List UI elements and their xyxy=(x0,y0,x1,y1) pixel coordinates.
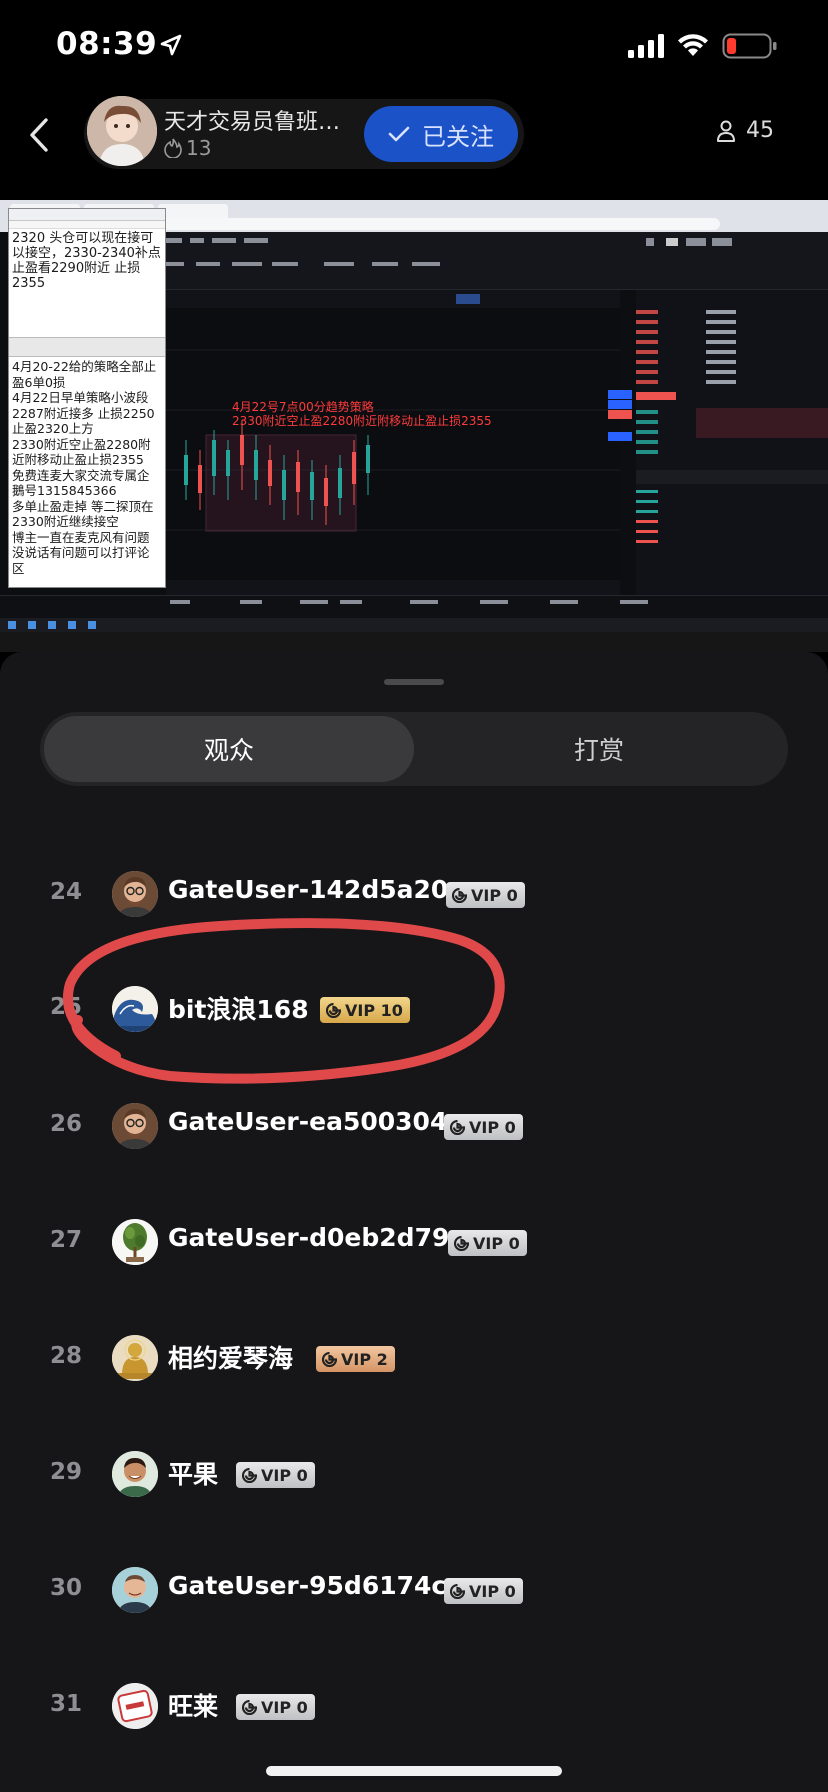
vip-logo-icon xyxy=(450,1119,465,1135)
stream-candlestick-chart xyxy=(166,290,620,595)
list-item[interactable]: 25 bit浪浪168 VIP 10 xyxy=(0,980,828,1040)
following-button[interactable]: 已关注 xyxy=(364,106,518,162)
audience-tabs: 观众 打赏 xyxy=(40,712,788,786)
smiling-man-avatar xyxy=(112,1451,158,1497)
back-chevron-icon[interactable] xyxy=(24,116,52,154)
follow-label: 已关注 xyxy=(422,122,494,151)
tab-audience[interactable]: 观众 xyxy=(44,716,414,782)
stream-ticker-bar xyxy=(0,595,828,652)
status-time: 08:39 xyxy=(56,26,158,62)
viewer-name: GateUser-d0eb2d79 xyxy=(168,1223,450,1252)
vip-level: VIP 0 xyxy=(261,1465,308,1485)
rank-number: 29 xyxy=(49,1459,82,1485)
notepad-text-top: 2320 头仓可以现在接可 以接空，2330-2340补点 止盈看2290附近 … xyxy=(12,231,161,291)
viewer-name: bit浪浪168 xyxy=(168,995,309,1024)
vip-badge: VIP 0 xyxy=(446,882,525,908)
host-avatar[interactable] xyxy=(87,96,157,166)
rank-number: 25 xyxy=(49,994,82,1020)
wave-avatar xyxy=(112,986,158,1032)
vip-level: VIP 0 xyxy=(469,1117,516,1137)
bald-man-avatar xyxy=(112,1567,158,1613)
host-likes-count: 13 xyxy=(186,136,212,160)
vip-level: VIP 0 xyxy=(471,885,518,905)
rank-number: 28 xyxy=(49,1343,82,1369)
vip-logo-icon xyxy=(452,887,467,903)
stream-trading-toolbar xyxy=(166,232,828,290)
vip-level: VIP 0 xyxy=(261,1697,308,1717)
live-stream-video[interactable]: 4月22号7点00分趋势策略 2330附近空止盈2280附近附移动止盈止损235… xyxy=(0,200,828,652)
home-indicator xyxy=(266,1766,562,1776)
vip-badge: VIP 0 xyxy=(448,1230,527,1256)
vip-badge: VIP 2 xyxy=(316,1346,395,1372)
man-glasses-avatar xyxy=(112,871,158,917)
viewer-name: 旺莱 xyxy=(168,1692,219,1721)
stream-orderbook xyxy=(636,290,828,595)
sheet-drag-handle[interactable] xyxy=(384,679,444,685)
vip-logo-icon xyxy=(326,1002,341,1018)
viewer-name: 平果 xyxy=(168,1460,219,1489)
stream-strategy-label: 4月22号7点00分趋势策略 2330附近空止盈2280附近附移动止盈止损235… xyxy=(232,400,492,428)
check-icon xyxy=(388,126,410,142)
vip-badge: VIP 0 xyxy=(236,1462,315,1488)
list-item[interactable]: 27 GateUser-d0eb2d79 VIP 0 xyxy=(0,1213,828,1273)
vip-logo-icon xyxy=(242,1467,257,1483)
person-icon xyxy=(717,120,735,142)
rank-number: 26 xyxy=(49,1111,82,1137)
wifi-icon xyxy=(678,34,708,56)
rank-number: 27 xyxy=(49,1227,82,1253)
sticker-avatar xyxy=(112,1683,158,1729)
location-arrow-icon xyxy=(160,34,182,56)
vip-badge: VIP 0 xyxy=(444,1114,523,1140)
list-item[interactable]: 30 GateUser-95d6174c VIP 0 xyxy=(0,1561,828,1621)
vip-level: VIP 2 xyxy=(341,1349,388,1369)
stream-notepad-window: 2320 头仓可以现在接可 以接空，2330-2340补点 止盈看2290附近 … xyxy=(8,208,166,588)
cellular-signal-icon xyxy=(628,34,664,58)
man-glasses-avatar xyxy=(112,1103,158,1149)
host-name: 天才交易员鲁班… xyxy=(164,110,341,135)
vip-logo-icon xyxy=(242,1699,257,1715)
rank-number: 31 xyxy=(49,1691,82,1717)
rank-number: 30 xyxy=(49,1575,82,1601)
tree-avatar xyxy=(112,1219,158,1265)
vip-badge: VIP 0 xyxy=(444,1578,523,1604)
vip-badge: VIP 0 xyxy=(236,1694,315,1720)
host-likes: 13 xyxy=(164,136,211,160)
vip-logo-icon xyxy=(454,1235,469,1251)
viewer-name: GateUser-95d6174c xyxy=(168,1571,447,1600)
buddha-avatar xyxy=(112,1335,158,1381)
list-item[interactable]: 29 平果 VIP 0 xyxy=(0,1445,828,1505)
flame-icon xyxy=(164,138,182,158)
status-bar: 08:39 xyxy=(0,0,828,96)
list-item[interactable]: 26 GateUser-ea500304 VIP 0 xyxy=(0,1097,828,1157)
viewer-count[interactable]: 45 xyxy=(716,118,774,143)
list-item[interactable]: 31 旺莱 VIP 0 xyxy=(0,1677,828,1737)
live-header: 天才交易员鲁班… 13 已关注 45 xyxy=(0,96,828,200)
viewer-name: 相约爱琴海 xyxy=(168,1344,294,1373)
vip-level: VIP 0 xyxy=(473,1233,520,1253)
viewer-name: GateUser-ea500304 xyxy=(168,1107,448,1136)
vip-badge: VIP 10 xyxy=(320,997,410,1023)
vip-level: VIP 10 xyxy=(345,1000,403,1020)
list-item[interactable]: 24 GateUser-142d5a20 VIP 0 xyxy=(0,865,828,925)
vip-level: VIP 0 xyxy=(469,1581,516,1601)
tab-tips[interactable]: 打赏 xyxy=(414,716,784,782)
vip-logo-icon xyxy=(450,1583,465,1599)
list-item[interactable]: 28 相约爱琴海 VIP 2 xyxy=(0,1329,828,1389)
viewer-count-number: 45 xyxy=(746,118,774,143)
viewer-name: GateUser-142d5a20 xyxy=(168,875,449,904)
vip-logo-icon xyxy=(322,1351,337,1367)
rank-number: 24 xyxy=(49,879,82,905)
notepad-text-bottom: 4月20-22给的策略全部止 盈6单0损 4月22日早单策略小波段 2287附近… xyxy=(12,359,157,576)
battery-low-icon xyxy=(722,33,777,59)
